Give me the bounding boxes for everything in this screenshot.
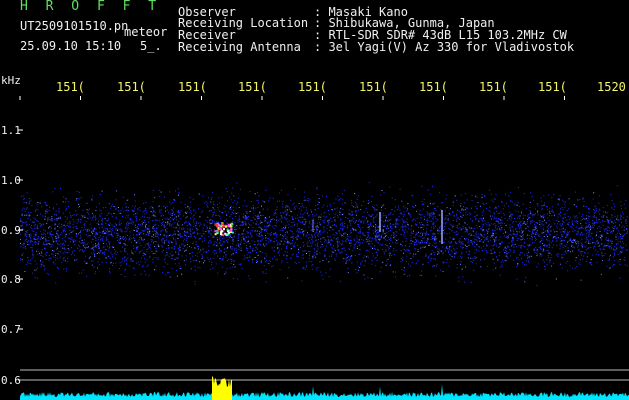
spectrogram-noise	[20, 182, 628, 286]
power-spectrum	[20, 384, 629, 400]
carrier-signal	[214, 222, 234, 236]
axis-ticks	[18, 96, 565, 381]
spectrogram-plot	[18, 96, 629, 400]
power-spectrum-peak	[212, 376, 232, 400]
